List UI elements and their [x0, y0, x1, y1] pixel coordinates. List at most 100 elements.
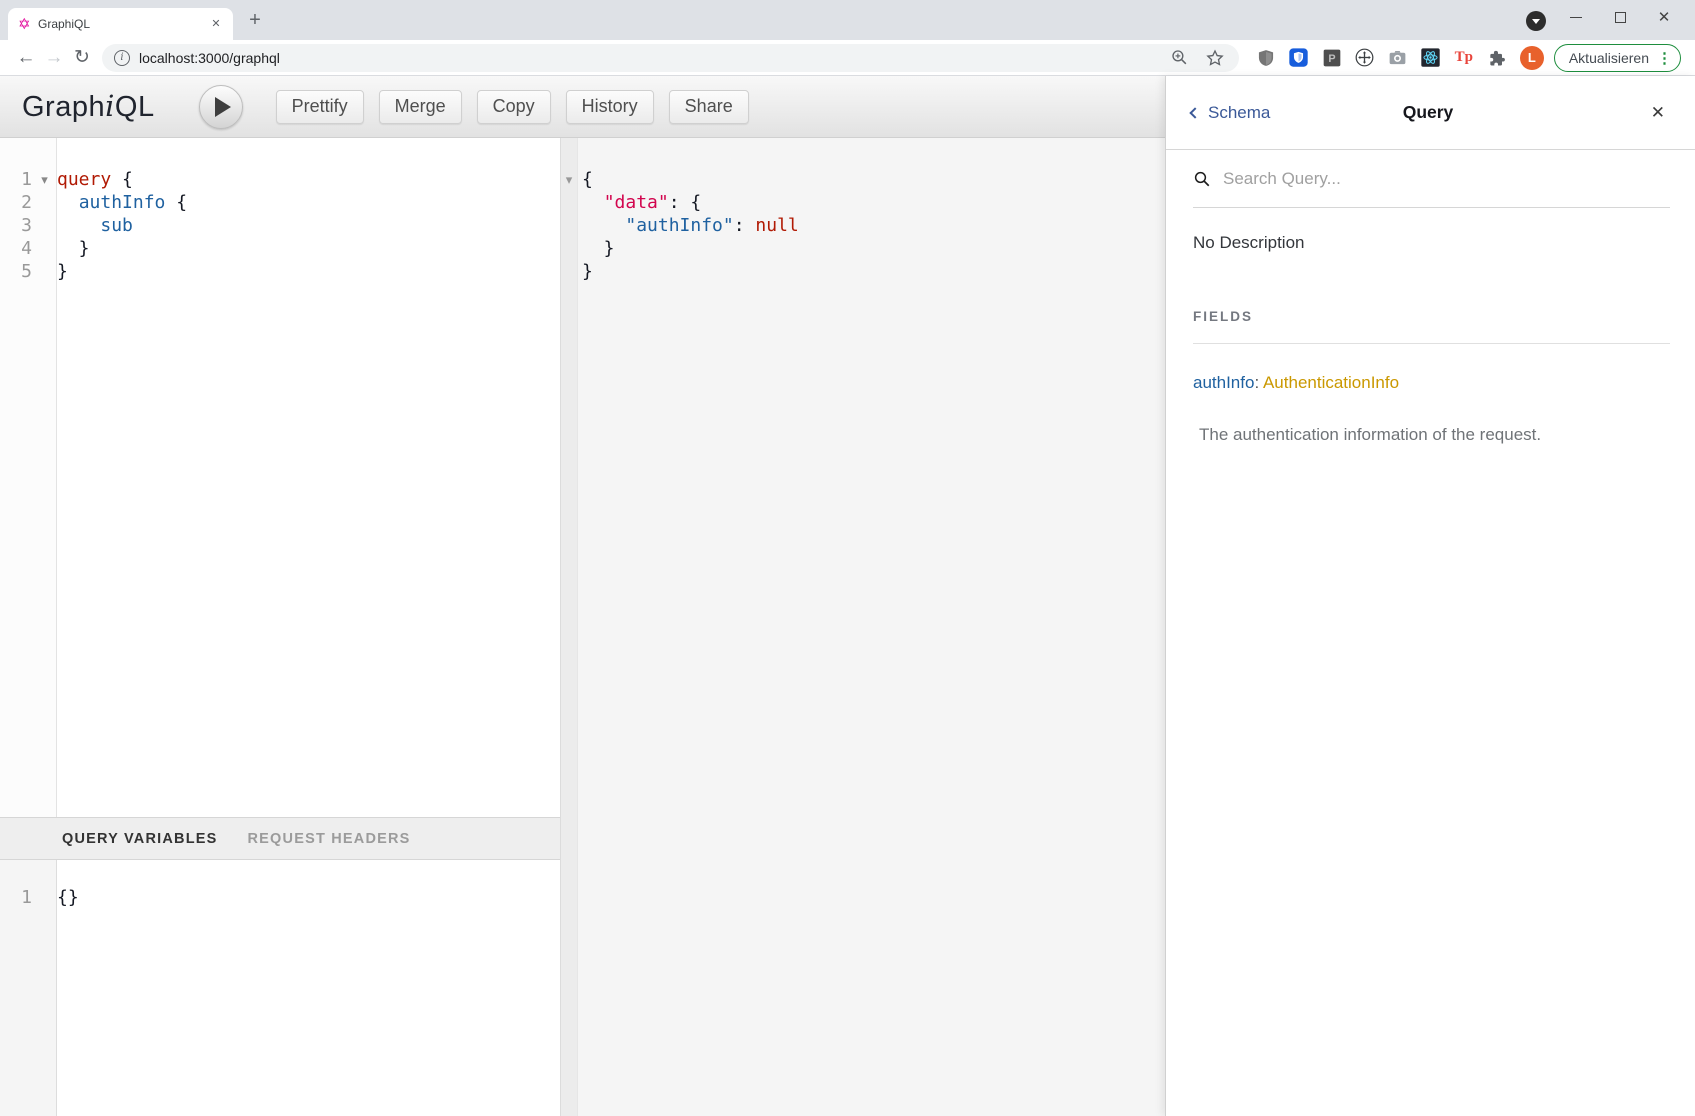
- variables-editor[interactable]: 1 {}: [0, 860, 560, 1116]
- titlebar-media-button[interactable]: [1526, 11, 1546, 31]
- browser-menu-kebab-icon[interactable]: ⋮: [1657, 49, 1672, 67]
- code-line[interactable]: 2 authInfo {: [0, 191, 560, 214]
- field-name-link[interactable]: authInfo: [1193, 373, 1254, 392]
- code-text: authInfo {: [57, 191, 187, 214]
- history-button[interactable]: History: [566, 90, 654, 124]
- code-line[interactable]: 3 sub: [0, 214, 560, 237]
- fold-arrow-icon: [32, 191, 57, 214]
- field-row: authInfo: AuthenticationInfo: [1193, 373, 1399, 393]
- fields-divider: [1193, 343, 1670, 344]
- profile-avatar[interactable]: L: [1520, 46, 1544, 70]
- doc-close-icon[interactable]: ✕: [1651, 103, 1665, 123]
- extensions-row: P Tp: [1255, 47, 1508, 69]
- chevron-left-icon: [1189, 107, 1200, 118]
- share-button[interactable]: Share: [669, 90, 749, 124]
- code-text: query {: [57, 168, 133, 191]
- field-description: The authentication information of the re…: [1199, 425, 1541, 445]
- execute-button[interactable]: [199, 85, 243, 129]
- doc-title: Query: [1403, 102, 1454, 123]
- search-icon: [1193, 170, 1211, 188]
- code-line[interactable]: }: [582, 237, 1165, 260]
- fold-arrow-icon[interactable]: ▾: [566, 172, 573, 187]
- result-viewer[interactable]: { "data": { "authInfo": null }}: [578, 138, 1165, 1116]
- search-input[interactable]: [1223, 169, 1603, 189]
- field-type-link[interactable]: AuthenticationInfo: [1263, 373, 1399, 392]
- code-line[interactable]: 1 {}: [0, 886, 560, 909]
- new-tab-button[interactable]: +: [242, 9, 268, 33]
- back-button[interactable]: ←: [12, 47, 40, 69]
- tab-query-variables[interactable]: QUERY VARIABLES: [62, 831, 218, 847]
- tab-request-headers[interactable]: REQUEST HEADERS: [248, 831, 411, 847]
- extensions-puzzle-icon[interactable]: [1486, 47, 1508, 69]
- minimize-button[interactable]: [1554, 0, 1598, 34]
- code-text: }: [57, 237, 90, 260]
- merge-button[interactable]: Merge: [379, 90, 462, 124]
- zoom-indicator-icon[interactable]: [1170, 48, 1189, 67]
- browser-window: { "colors": { "graphql_pink": "#E10098",…: [0, 0, 1695, 1116]
- address-bar: ← → ↻ i localhost:3000/graphql P: [0, 40, 1695, 76]
- reload-button[interactable]: ↻: [68, 46, 96, 69]
- update-button[interactable]: Aktualisieren ⋮: [1554, 44, 1681, 72]
- prettify-button[interactable]: Prettify: [276, 90, 364, 124]
- code-line[interactable]: "authInfo": null: [582, 214, 1165, 237]
- browser-tab[interactable]: ✡ GraphiQL ✕: [8, 8, 233, 40]
- code-text: {}: [57, 886, 79, 909]
- move-tool-icon[interactable]: [1354, 47, 1376, 69]
- graphql-logo-icon: ✡: [18, 15, 38, 33]
- no-description-text: No Description: [1193, 233, 1305, 253]
- fold-arrow-icon: [32, 260, 57, 283]
- p-extension-icon[interactable]: P: [1321, 47, 1343, 69]
- code-text: "authInfo": null: [582, 214, 799, 237]
- search-underline: [1193, 207, 1670, 208]
- fields-heading: FIELDS: [1193, 309, 1253, 324]
- bitwarden-icon[interactable]: [1288, 47, 1310, 69]
- pane-divider[interactable]: ▾: [560, 138, 578, 1116]
- tab-close-icon[interactable]: ✕: [207, 15, 225, 33]
- url-field[interactable]: i localhost:3000/graphql: [102, 44, 1239, 72]
- line-number: 3: [0, 214, 32, 237]
- site-info-icon[interactable]: i: [114, 50, 130, 66]
- code-text: }: [57, 260, 68, 283]
- code-text: }: [582, 260, 593, 283]
- ublock-origin-icon[interactable]: [1255, 47, 1277, 69]
- doc-search: [1166, 150, 1695, 208]
- line-number: 2: [0, 191, 32, 214]
- doc-back-link[interactable]: Schema: [1191, 103, 1403, 123]
- query-editor[interactable]: 1▾query {2 authInfo {3 sub4 }5}: [0, 138, 560, 817]
- line-number: 1: [0, 886, 32, 909]
- forward-button: →: [40, 47, 68, 69]
- doc-explorer: Schema Query ✕ No Description FIELDS aut…: [1165, 76, 1695, 1116]
- toolbar-buttons: Prettify Merge Copy History Share: [276, 90, 749, 124]
- doc-explorer-header: Schema Query ✕: [1166, 76, 1695, 150]
- react-devtools-icon[interactable]: [1420, 47, 1442, 69]
- code-text: }: [582, 237, 615, 260]
- maximize-button[interactable]: [1598, 0, 1642, 34]
- window-close-button[interactable]: ✕: [1642, 0, 1686, 34]
- browser-titlebar: ✡ GraphiQL ✕ + ✕: [0, 0, 1695, 40]
- field-separator: :: [1254, 373, 1263, 392]
- play-icon: [215, 97, 231, 117]
- copy-button[interactable]: Copy: [477, 90, 551, 124]
- svg-text:P: P: [1328, 53, 1335, 65]
- line-number: 5: [0, 260, 32, 283]
- code-line[interactable]: 5}: [0, 260, 560, 283]
- code-line[interactable]: {: [582, 168, 1165, 191]
- code-text: sub: [57, 214, 133, 237]
- tp-extension-icon[interactable]: Tp: [1453, 47, 1475, 69]
- variables-tabs: QUERY VARIABLES REQUEST HEADERS: [0, 817, 560, 860]
- code-line[interactable]: 1▾query {: [0, 168, 560, 191]
- code-line[interactable]: }: [582, 260, 1165, 283]
- bookmark-star-icon[interactable]: [1205, 48, 1225, 68]
- tab-title: GraphiQL: [38, 17, 207, 31]
- update-button-label: Aktualisieren: [1569, 50, 1649, 66]
- code-line[interactable]: "data": {: [582, 191, 1165, 214]
- camera-icon[interactable]: [1387, 47, 1409, 69]
- url-text[interactable]: localhost:3000/graphql: [139, 50, 1170, 66]
- chevron-down-icon: [1532, 19, 1540, 24]
- fold-arrow-icon: [32, 214, 57, 237]
- code-line[interactable]: 4 }: [0, 237, 560, 260]
- code-text: {: [582, 168, 593, 191]
- line-number: 1: [0, 168, 32, 191]
- graphiql-app: GraphiQL Prettify Merge Copy History Sha…: [0, 76, 1695, 1116]
- fold-arrow-icon[interactable]: ▾: [32, 168, 57, 191]
